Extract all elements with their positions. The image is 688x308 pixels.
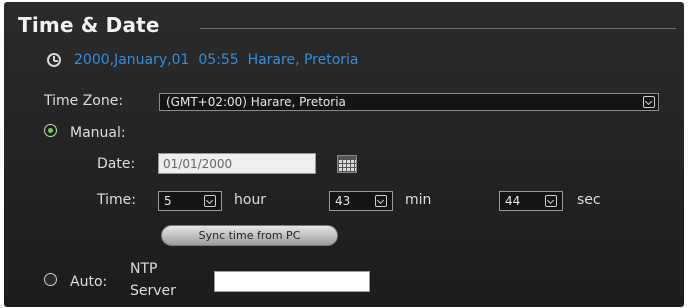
time-zone-value: (GMT+02:00) Harare, Pretoria <box>166 95 346 109</box>
ntp-server-input[interactable] <box>214 271 370 292</box>
time-zone-select[interactable]: (GMT+02:00) Harare, Pretoria <box>159 93 659 111</box>
sync-time-button[interactable]: Sync time from PC <box>161 225 338 246</box>
sec-select[interactable]: 44 <box>499 191 563 211</box>
clock-icon <box>47 53 61 67</box>
time-zone-label: Time Zone: <box>44 93 124 109</box>
date-field[interactable]: 01/01/2000 <box>158 153 316 174</box>
manual-label: Manual: <box>70 125 126 141</box>
chevron-down-icon[interactable] <box>643 96 655 108</box>
date-label: Date: <box>97 156 136 172</box>
chevron-down-icon[interactable] <box>375 195 387 207</box>
current-datetime-text: 2000,January,01 05:55 Harare, Pretoria <box>74 52 359 68</box>
calendar-icon[interactable] <box>337 155 357 173</box>
chevron-down-icon[interactable] <box>204 195 216 207</box>
title-divider <box>200 28 676 29</box>
page-title: Time & Date <box>18 13 160 37</box>
sec-value: 44 <box>505 194 521 208</box>
ntp-label-line2: Server <box>130 283 176 299</box>
time-date-panel: Time & Date 2000,January,01 05:55 Harare… <box>4 2 684 307</box>
manual-radio[interactable] <box>44 124 57 137</box>
auto-label: Auto: <box>70 274 108 290</box>
min-select[interactable]: 43 <box>329 191 393 211</box>
hour-unit-label: hour <box>234 192 267 208</box>
hour-value: 5 <box>164 194 172 208</box>
time-label: Time: <box>97 192 136 208</box>
min-value: 43 <box>335 194 351 208</box>
sec-unit-label: sec <box>577 192 601 208</box>
hour-select[interactable]: 5 <box>158 191 222 211</box>
min-unit-label: min <box>405 192 432 208</box>
chevron-down-icon[interactable] <box>545 195 557 207</box>
ntp-label-line1: NTP <box>130 261 158 277</box>
auto-radio[interactable] <box>44 273 57 286</box>
